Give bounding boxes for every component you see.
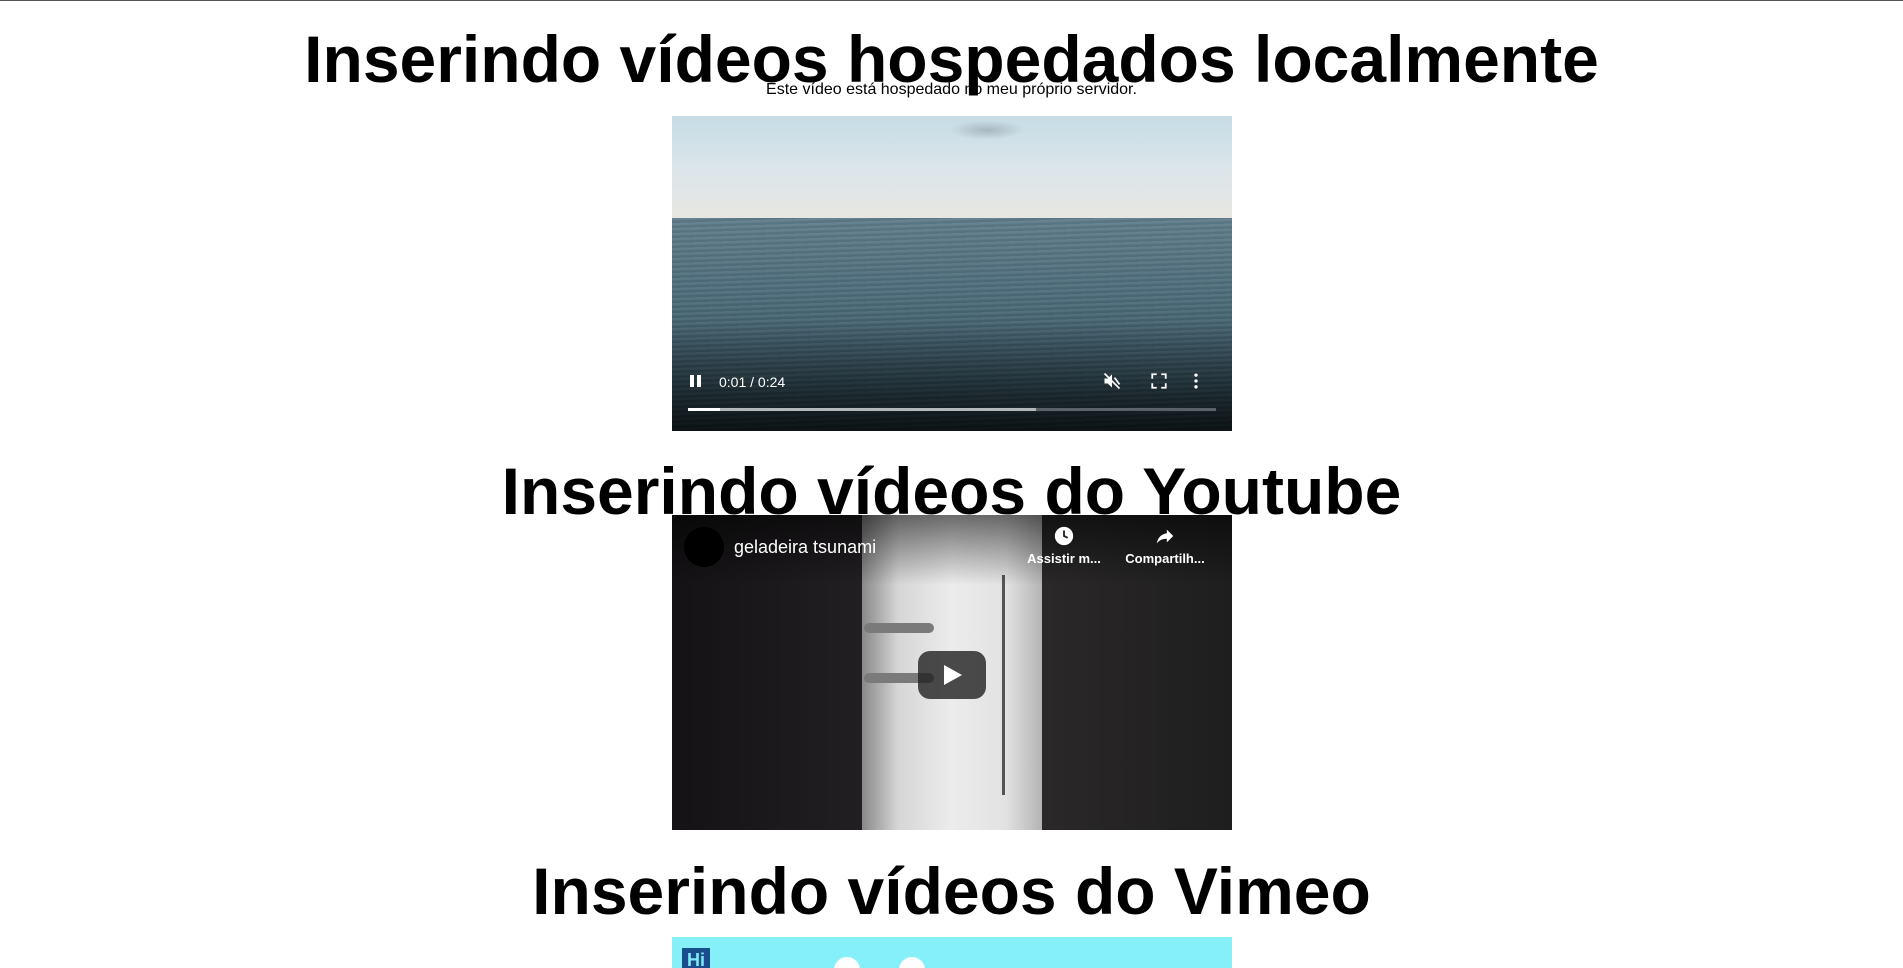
clock-icon <box>1054 526 1074 546</box>
video-frame-handle <box>864 623 934 633</box>
vimeo-section: Inserindo vídeos do Vimeo <box>0 853 1903 929</box>
watch-later-button[interactable]: Assistir m... <box>1024 525 1104 566</box>
vimeo-thumbnail-badge: Hi <box>682 948 710 968</box>
video-frame-edge <box>1002 575 1005 795</box>
mute-icon[interactable] <box>1102 371 1122 391</box>
share-button[interactable]: Compartilh... <box>1120 525 1210 566</box>
progress-bar[interactable] <box>688 408 1216 411</box>
play-icon <box>944 665 962 685</box>
video-frame-cloud <box>952 121 1022 139</box>
time-display: 0:01 / 0:24 <box>719 374 786 390</box>
more-options-icon[interactable] <box>1186 371 1206 391</box>
share-label: Compartilh... <box>1125 551 1205 566</box>
fullscreen-icon[interactable] <box>1150 372 1168 390</box>
youtube-video-title[interactable]: geladeira tsunami <box>734 537 876 558</box>
youtube-embed[interactable]: geladeira tsunami Assistir m... Comparti… <box>672 515 1232 830</box>
heading-vimeo-videos: Inserindo vídeos do Vimeo <box>532 854 1371 928</box>
local-video-player[interactable]: 0:01 / 0:24 <box>672 116 1232 431</box>
channel-avatar[interactable] <box>684 527 724 567</box>
progress-buffered <box>688 408 1037 411</box>
watch-later-label: Assistir m... <box>1027 551 1101 566</box>
progress-played <box>688 408 720 411</box>
vimeo-embed[interactable]: Hi <box>672 937 1232 968</box>
page: Inserindo vídeos hospedados localmente E… <box>0 1 1903 968</box>
local-video-description: Este vídeo está hospedado no meu próprio… <box>766 81 1137 98</box>
share-icon <box>1156 529 1174 544</box>
play-button[interactable] <box>918 651 986 699</box>
vimeo-thumbnail-shape <box>834 957 860 968</box>
vimeo-thumbnail-shape <box>899 957 925 968</box>
pause-icon[interactable] <box>689 374 703 388</box>
